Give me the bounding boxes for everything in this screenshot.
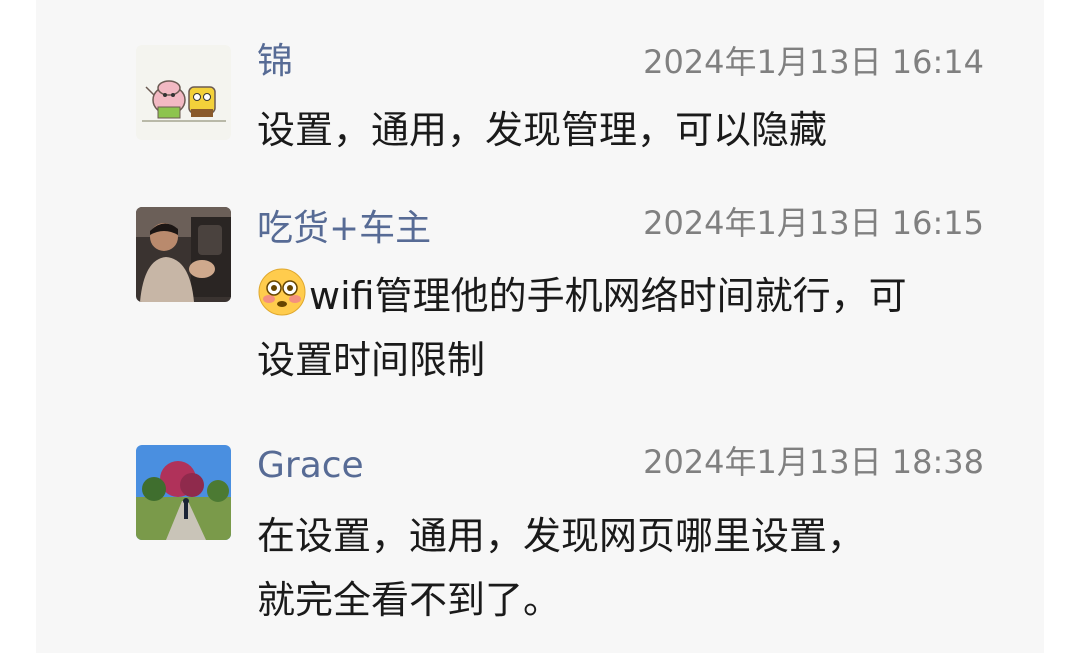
comment-text: 设置，通用，发现管理，可以隐藏 (257, 98, 1017, 162)
avatar[interactable] (136, 45, 231, 140)
comment-line: 设置，通用，发现管理，可以隐藏 (257, 108, 828, 152)
comment-line-text: wifi管理他的手机网络时间就行，可 (309, 274, 907, 318)
cartoon-avatar-icon (136, 45, 231, 140)
comment-text: 在设置，通用，发现网页哪里设置， 就完全看不到了。 (257, 504, 1017, 632)
author-name[interactable]: 锦 (257, 40, 293, 84)
comment-list: 锦 2024年1月13日 16:14 设置，通用，发现管理，可以隐藏 吃货+车主… (36, 0, 1044, 653)
avatar[interactable] (136, 207, 231, 302)
comment-line: 在设置，通用，发现网页哪里设置， (257, 514, 866, 558)
author-name[interactable]: 吃货+车主 (257, 207, 431, 251)
person-photo-icon (136, 207, 231, 302)
timestamp: 2024年1月13日 16:14 (643, 43, 984, 81)
comment-line: 就完全看不到了。 (257, 578, 562, 622)
comment-line: 设置时间限制 (257, 338, 486, 382)
flushed-face-icon (257, 267, 307, 317)
timestamp: 2024年1月13日 16:15 (643, 204, 984, 242)
avatar[interactable] (136, 445, 231, 540)
comment-line: wifi管理他的手机网络时间就行，可 (257, 264, 1017, 328)
timestamp: 2024年1月13日 18:38 (643, 443, 984, 481)
comment-text: wifi管理他的手机网络时间就行，可 设置时间限制 (257, 264, 1017, 392)
author-name[interactable]: Grace (257, 444, 364, 488)
landscape-photo-icon (136, 445, 231, 540)
